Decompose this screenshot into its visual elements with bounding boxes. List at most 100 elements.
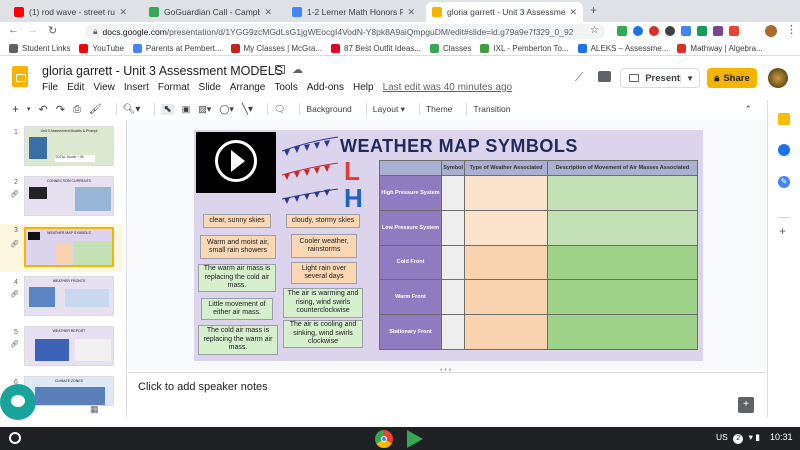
menu-addons[interactable]: Add-ons (307, 82, 344, 93)
present-dropdown-icon[interactable]: ▼ (680, 73, 699, 83)
transition-button[interactable]: Transition (473, 104, 510, 114)
extension-icon[interactable] (617, 26, 627, 36)
slide-thumbnail[interactable]: WEATHER REPORT (24, 326, 114, 366)
extension-icon[interactable] (633, 26, 643, 36)
extension-icon[interactable] (665, 26, 675, 36)
close-tab-icon[interactable]: ✕ (115, 7, 127, 18)
bookmark-item[interactable]: IXL - Pemberton To... (480, 43, 569, 53)
extension-icon[interactable] (729, 26, 739, 36)
slide-thumbnail[interactable]: Unit 3 Assessment Models & Prompt TOTAL … (24, 126, 114, 166)
menu-view[interactable]: View (93, 82, 115, 93)
system-clock[interactable]: 10:31 (770, 432, 793, 442)
keep-icon[interactable] (778, 113, 790, 125)
browser-tab[interactable]: GoGuardian Call - Campbell, ✕ (143, 2, 278, 22)
grid-view-icon[interactable]: ▦ (90, 404, 99, 415)
menu-insert[interactable]: Insert (124, 82, 149, 93)
menu-help[interactable]: Help (353, 82, 374, 93)
table-cell[interactable] (464, 209, 548, 246)
slide-thumbnail-row[interactable]: 4 🔗︎ WEATHER FRONTS (0, 276, 122, 320)
reload-icon[interactable]: ↻ (48, 24, 57, 37)
launcher-icon[interactable] (9, 432, 21, 444)
bookmark-item[interactable]: ALEKS – Assessme... (577, 43, 668, 53)
back-arrow-icon[interactable]: ← (8, 24, 19, 36)
table-cell[interactable] (464, 314, 548, 350)
last-edit-link[interactable]: Last edit was 40 minutes ago (383, 82, 513, 93)
image-icon[interactable]: ▨▾ (198, 104, 211, 115)
table-cell[interactable] (440, 175, 466, 211)
slide-thumbnail[interactable]: WEATHER FRONTS (24, 276, 114, 316)
layout-button[interactable]: Layout ▾ (373, 104, 405, 115)
menu-tools[interactable]: Tools (274, 82, 297, 93)
answer-label[interactable]: cloudy, stormy skies (286, 214, 360, 228)
bookmark-star-icon[interactable]: ☆ (590, 25, 599, 36)
bookmark-item[interactable]: 87 Best Outfit Ideas... (331, 43, 421, 53)
table-cell[interactable] (464, 244, 548, 281)
extension-icon[interactable] (681, 26, 691, 36)
menu-format[interactable]: Format (158, 82, 190, 93)
browser-tab-active[interactable]: gloria garrett - Unit 3 Assessmen ✕ (426, 2, 583, 22)
play-store-icon[interactable] (407, 430, 423, 448)
table-cell[interactable] (546, 175, 699, 211)
bookmark-item[interactable]: Parents at Pembert... (132, 43, 222, 53)
bookmark-item[interactable]: My Classes | McGra... (230, 43, 322, 53)
extension-icon[interactable] (697, 26, 707, 36)
extension-icon[interactable] (649, 26, 659, 36)
table-cell[interactable] (440, 244, 466, 281)
share-button[interactable]: 🔒︎ Share (707, 68, 757, 88)
answer-label[interactable]: The air is warming and rising, wind swir… (283, 288, 363, 318)
input-language[interactable]: US 2 ▾ ▮ (716, 432, 760, 444)
shape-icon[interactable]: ◯▾ (219, 104, 234, 115)
background-button[interactable]: Background (306, 104, 351, 114)
answer-label[interactable]: The air is cooling and sinking, wind swi… (283, 320, 363, 348)
table-cell[interactable] (440, 209, 466, 246)
star-icon[interactable]: ☆ (258, 64, 268, 77)
answer-label[interactable]: Light rain over several days (291, 262, 357, 284)
collapse-toolbar-icon[interactable]: ⌃ (744, 104, 752, 115)
new-tab-button[interactable]: + (590, 3, 597, 17)
new-slide-dropdown-icon[interactable]: ▾ (27, 105, 31, 113)
menu-edit[interactable]: Edit (67, 82, 84, 93)
table-cell[interactable] (546, 209, 699, 246)
tasks-icon[interactable] (778, 144, 790, 156)
comment-add-icon[interactable]: 🗨︎ (274, 104, 285, 115)
browser-tab[interactable]: 1-2 Lerner Math Honors Periods ✕ (286, 2, 421, 22)
answer-label[interactable]: Warm and moist air, small rain showers (200, 235, 276, 259)
table-cell[interactable] (464, 175, 548, 211)
menu-slide[interactable]: Slide (199, 82, 221, 93)
explore-icon[interactable]: + (738, 397, 754, 413)
select-cursor-icon[interactable]: ⬉ (161, 103, 174, 115)
extension-icon[interactable] (713, 26, 723, 36)
zoom-icon[interactable]: 🔍︎▾ (123, 104, 141, 115)
notification-badge[interactable]: 2 (733, 434, 744, 444)
slide-thumbnail-row[interactable]: 5 🔗︎ WEATHER REPORT (0, 326, 122, 370)
table-cell[interactable] (440, 314, 466, 350)
paint-format-icon[interactable]: 🖌︎ (89, 104, 102, 115)
slide-thumbnail-row[interactable]: 2 🔗︎ CONNECTION CURRENTS (0, 176, 122, 220)
undo-icon[interactable]: ↶ (39, 103, 48, 116)
document-title[interactable]: gloria garrett - Unit 3 Assessment MODEL… (42, 64, 283, 78)
bookmark-item[interactable]: Student Links (9, 43, 70, 53)
print-icon[interactable]: ⎙ (73, 104, 81, 115)
close-tab-icon[interactable]: ✕ (403, 7, 415, 18)
answer-label[interactable]: Little movement of either air mass. (201, 298, 273, 320)
slide-thumbnail[interactable]: CONNECTION CURRENTS (24, 176, 114, 216)
bookmark-item[interactable]: Classes (429, 43, 471, 53)
present-button[interactable]: Present ▼ (620, 68, 700, 88)
text-box-icon[interactable]: ▣ (182, 104, 191, 115)
answer-label[interactable]: The warm air mass is replacing the cold … (198, 264, 276, 292)
answer-label[interactable]: Cooler weather, rainstorms (291, 234, 357, 258)
profile-avatar-icon[interactable] (765, 25, 777, 37)
slide-thumbnail-row-selected[interactable]: 3 🔗︎ WEATHER MAP SYMBOLS (0, 224, 122, 272)
slide-thumbnail[interactable]: WEATHER MAP SYMBOLS (24, 227, 114, 267)
slides-logo-icon[interactable] (12, 66, 28, 87)
forward-arrow-icon[interactable]: → (27, 24, 38, 36)
move-folder-icon[interactable] (275, 65, 285, 74)
theme-button[interactable]: Theme (426, 104, 452, 114)
menu-file[interactable]: File (42, 82, 58, 93)
bookmark-item[interactable]: Mathway | Algebra... (677, 43, 763, 53)
high-pressure-symbol[interactable]: H (344, 183, 363, 214)
table-cell[interactable] (546, 279, 699, 316)
menu-arrange[interactable]: Arrange (230, 82, 266, 93)
new-slide-plus-icon[interactable]: + (12, 102, 19, 116)
table-cell[interactable] (440, 279, 466, 316)
